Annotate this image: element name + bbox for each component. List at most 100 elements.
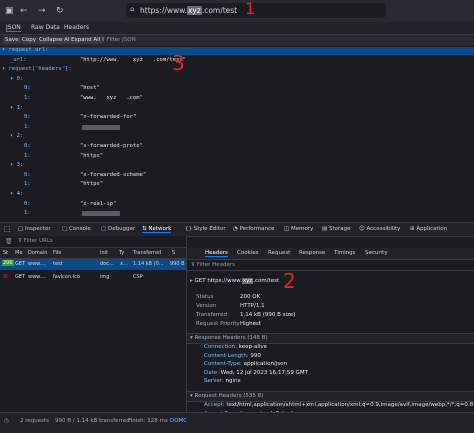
col-initiator[interactable]: Init (100, 250, 108, 256)
col-file[interactable]: File (53, 250, 61, 256)
header-name: Connection: keep-alive (204, 344, 268, 350)
response-headers-section[interactable]: ▾ Response Headers (148 B) (187, 333, 474, 344)
pick-element-icon[interactable]: ⬚ (4, 225, 11, 233)
json-key[interactable]: 1: (24, 210, 31, 217)
json-value: "x-forwarded-proto" (80, 143, 143, 149)
tab-application[interactable]: ⊞ Application (410, 226, 447, 232)
browser-toolbar: ▣ ← → ↻ ⌂ https://www.xyz.com/test 1 (0, 0, 474, 22)
json-key[interactable]: 0: (24, 172, 31, 179)
filter-urls-input[interactable]: 🗑 ⊽ Filter URLs (0, 236, 186, 248)
json-key[interactable]: 0: (24, 85, 31, 92)
tab-timings[interactable]: Timings (334, 250, 355, 256)
collapse-all-button[interactable]: Collapse All (37, 37, 73, 44)
col-size[interactable]: S (172, 250, 175, 256)
tab-debugger[interactable]: ▢ Debugger (101, 226, 135, 232)
json-value: "x-real-ip" (80, 200, 117, 207)
json-key[interactable]: ▾ request.url: (2, 47, 48, 54)
tab-storage[interactable]: ▤ Storage (322, 226, 350, 232)
json-value: "x-forwarded-scheme" (80, 171, 147, 178)
json-key[interactable]: 1: (24, 181, 31, 188)
reload-icon[interactable]: ↻ (56, 6, 64, 16)
json-key[interactable]: 0: (24, 143, 31, 150)
header-name: Server: nginx (204, 378, 241, 384)
tab-request[interactable]: Request (268, 250, 290, 256)
json-value: "http://www. xyz .com/test" (80, 56, 186, 63)
redacted-value (82, 124, 120, 130)
blocked-icon: ⊘ (3, 273, 9, 280)
summary-label: Transferred (196, 312, 228, 318)
back-icon[interactable]: ← (20, 6, 28, 16)
tab-json[interactable]: JSON (6, 24, 21, 32)
tab-console[interactable]: ▢ Console (62, 226, 91, 232)
tab-raw-data[interactable]: Raw Data (31, 24, 60, 31)
col-transferred[interactable]: Transferred (133, 250, 161, 256)
url-bar[interactable]: ⌂ https://www.xyz.com/test 1 (126, 0, 386, 18)
copy-button[interactable]: Copy (20, 37, 38, 44)
request-domain: www.... (28, 274, 47, 280)
header-name: Date: Wed, 12 Jul 2023 16:17:59 GMT (204, 369, 308, 376)
json-value: "x-forwarded-for" (80, 114, 137, 121)
json-key[interactable]: 1: (24, 153, 31, 160)
selected-row (0, 47, 474, 55)
header-name: Content-Length: 990 (204, 352, 261, 359)
tab-security[interactable]: Security (365, 250, 388, 256)
col-type[interactable]: Ty (119, 250, 124, 256)
tab-style-editor[interactable]: {} Style Editor (185, 226, 226, 232)
expand-all-button[interactable]: Expand All (69, 37, 103, 44)
col-method[interactable]: Me (15, 250, 22, 256)
table-row[interactable]: ⊘ GET www.... favicon.ico img CSP (0, 272, 186, 283)
col-domain[interactable]: Domain (28, 250, 47, 256)
json-key[interactable]: ▾ 3: (10, 162, 23, 169)
request-headers-section[interactable]: ▾ Request Headers (535 B) (187, 391, 474, 402)
summary-label: Version (196, 303, 217, 309)
json-key[interactable]: 0: (24, 201, 31, 208)
network-status-bar: ◷ 2 requests 990 B / 1.14 kB transferred… (0, 412, 474, 433)
tab-network[interactable]: ⇅ Network (142, 226, 172, 233)
json-key[interactable]: 1: (24, 124, 31, 131)
request-file: favicon.ico (53, 274, 80, 280)
memory-icon: ◫ (284, 226, 291, 232)
trash-icon[interactable]: 🗑 (5, 238, 13, 245)
tab-response[interactable]: Response (299, 250, 325, 256)
request-transferred: 1.14 kB (0... (133, 261, 164, 267)
tab-performance[interactable]: ◔ Performance (233, 226, 274, 232)
col-status[interactable]: St (3, 250, 8, 256)
request-transferred: CSP (133, 274, 143, 280)
json-key[interactable]: ▾ 2: (10, 133, 23, 140)
filter-json-input[interactable]: ⊽ Filter JSON (101, 37, 136, 43)
inspector-icon: ▢ (18, 226, 25, 232)
tab-memory[interactable]: ◫ Memory (284, 226, 313, 232)
json-key[interactable]: _url: (10, 57, 27, 64)
request-count: 2 requests (20, 418, 50, 424)
dom-content-loaded: DOMC (170, 418, 188, 424)
filter-headers-input[interactable]: ⊽ Filter Headers (187, 260, 474, 271)
json-key[interactable]: ▾ 0: (10, 76, 23, 83)
json-value: "https" (80, 152, 104, 159)
request-method: GET (15, 261, 26, 267)
summary-value: HTTP/1.1 (240, 303, 265, 309)
debugger-icon: ▢ (101, 226, 108, 232)
request-size: 990 B (170, 261, 185, 267)
storage-icon: ▤ (322, 226, 329, 232)
json-key[interactable]: ▾ 1: (10, 105, 23, 112)
header-name: Accept: text/html,application/xhtml+xml,… (204, 402, 474, 408)
header-value: 990 (248, 352, 261, 359)
json-key[interactable]: 1: (24, 95, 31, 102)
tab-cookies[interactable]: Cookies (237, 250, 259, 256)
tab-inspector[interactable]: ▢ Inspector (18, 226, 51, 232)
forward-icon[interactable]: → (38, 6, 46, 16)
tab-headers[interactable]: Headers (64, 24, 89, 31)
request-line[interactable]: ▸ GET https://www.xyz.com/test (190, 278, 279, 285)
save-button[interactable]: Save (3, 37, 21, 44)
tab-accessibility[interactable]: ☺ Accessibility (359, 226, 400, 232)
json-key[interactable]: 0: (24, 114, 31, 121)
summary-value: 200 OK (240, 294, 261, 300)
tab-headers-detail[interactable]: Headers (205, 250, 228, 257)
request-type: x... (120, 261, 128, 267)
status-badge: 200 (2, 260, 14, 266)
table-row[interactable]: 200 GET www.... test doc... x... 1.14 kB… (0, 259, 186, 270)
json-key[interactable]: ▾ 4: (10, 191, 23, 198)
sidebar-icon[interactable]: ▣ (5, 6, 14, 16)
summary-label: Status (196, 294, 214, 300)
json-key[interactable]: ▾ request['headers']: (2, 66, 72, 73)
